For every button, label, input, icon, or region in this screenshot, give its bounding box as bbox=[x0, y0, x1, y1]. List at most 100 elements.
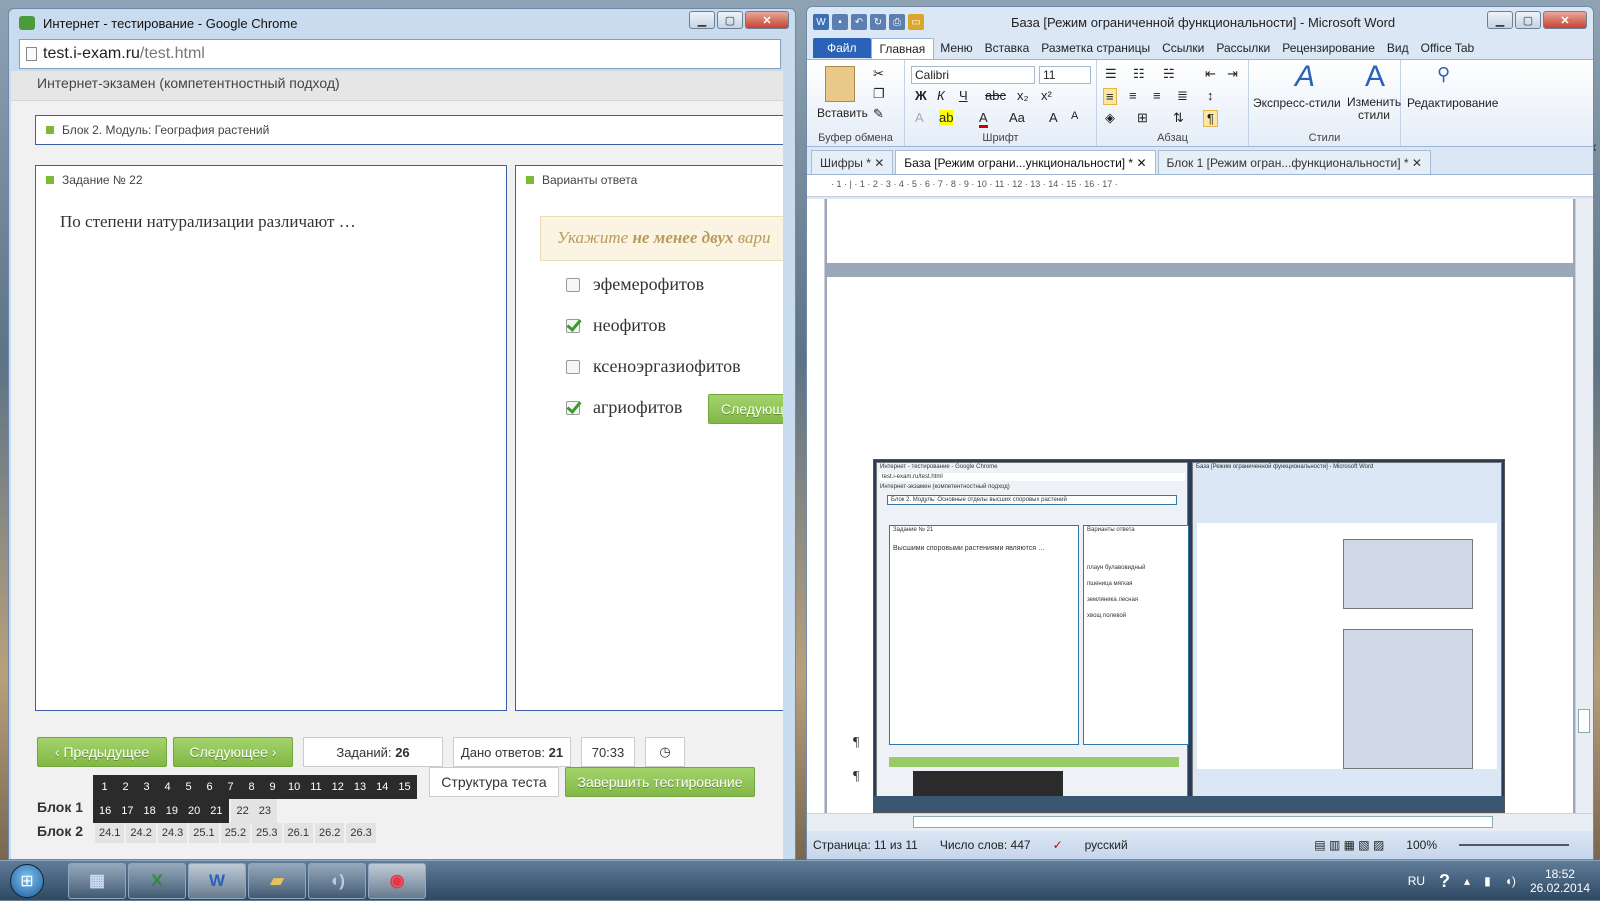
grow-font-icon[interactable]: A bbox=[1049, 110, 1058, 125]
question-number[interactable]: 1 bbox=[95, 777, 114, 797]
express-styles-icon[interactable]: A bbox=[1295, 60, 1315, 94]
vertical-scrollbar[interactable] bbox=[1575, 199, 1593, 813]
numbering-icon[interactable]: ☷ bbox=[1133, 66, 1145, 82]
ribbon-tab[interactable]: Рассылки bbox=[1210, 41, 1276, 55]
calculator-taskbar-icon[interactable]: ▦ bbox=[68, 862, 126, 899]
font-name-select[interactable]: Calibri bbox=[911, 66, 1035, 84]
question-number[interactable]: 12 bbox=[327, 777, 348, 797]
express-styles-label[interactable]: Экспресс-стили bbox=[1253, 96, 1341, 110]
clock[interactable]: 18:52 26.02.2014 bbox=[1530, 867, 1590, 895]
redo-icon[interactable]: ↻ bbox=[870, 14, 886, 30]
question-number[interactable]: 16 bbox=[95, 801, 116, 821]
question-number[interactable]: 26.2 bbox=[314, 823, 345, 843]
explorer-taskbar-icon[interactable]: ▰ bbox=[248, 862, 306, 899]
question-number[interactable]: 24.2 bbox=[126, 823, 156, 843]
bold-icon[interactable]: Ж bbox=[915, 88, 927, 103]
word-minimize-button[interactable]: ▁ bbox=[1487, 11, 1513, 29]
text-effects-icon[interactable]: A bbox=[915, 110, 924, 125]
option-2[interactable]: неофитов bbox=[566, 315, 666, 336]
subscript-icon[interactable]: x₂ bbox=[1017, 88, 1029, 103]
sort-icon[interactable]: ⇅ bbox=[1173, 110, 1184, 126]
copy-icon[interactable]: ❐ bbox=[873, 86, 885, 102]
strikethrough-icon[interactable]: abc bbox=[985, 88, 1006, 103]
volume-icon[interactable]: ◖) bbox=[1505, 874, 1516, 888]
align-right-icon[interactable]: ≡ bbox=[1153, 88, 1161, 103]
question-number[interactable]: 7 bbox=[221, 777, 240, 797]
cut-icon[interactable]: ✂ bbox=[873, 66, 884, 82]
help-icon[interactable]: ? bbox=[1439, 871, 1450, 892]
question-number[interactable]: 9 bbox=[263, 777, 282, 797]
status-page[interactable]: Страница: 11 из 11 bbox=[813, 838, 918, 852]
word-close-button[interactable]: ✕ bbox=[1543, 11, 1587, 29]
speaker-taskbar-icon[interactable]: ◖) bbox=[308, 862, 366, 899]
question-number[interactable]: 6 bbox=[200, 777, 219, 797]
checkbox-1[interactable] bbox=[566, 277, 580, 292]
option-3[interactable]: ксеноэргазиофитов bbox=[566, 356, 741, 377]
zoom-slider[interactable] bbox=[1459, 844, 1569, 846]
highlight-icon[interactable]: ab bbox=[939, 110, 954, 125]
ribbon-tab[interactable]: Рецензирование bbox=[1276, 41, 1381, 55]
question-number[interactable]: 14 bbox=[372, 777, 393, 797]
question-number[interactable]: 23 bbox=[254, 801, 275, 821]
font-color-icon[interactable]: A bbox=[979, 110, 988, 128]
underline-icon[interactable]: Ч bbox=[959, 88, 968, 103]
page-current[interactable]: Интернет - тестирование - Google Chrome … bbox=[827, 277, 1573, 813]
chrome-taskbar-icon[interactable]: ◉ bbox=[368, 862, 426, 899]
start-button[interactable]: ⊞ bbox=[10, 863, 44, 898]
ribbon-tab[interactable]: Файл bbox=[813, 38, 871, 58]
ribbon-tab[interactable]: Office Tab bbox=[1415, 41, 1481, 55]
borders-icon[interactable]: ⊞ bbox=[1137, 110, 1148, 126]
view-buttons[interactable]: ▤ ▥ ▦ ▧ ▨ bbox=[1314, 838, 1384, 852]
question-number[interactable]: 26.3 bbox=[346, 823, 376, 843]
question-number[interactable]: 10 bbox=[284, 777, 305, 797]
question-number[interactable]: 2 bbox=[116, 777, 135, 797]
ribbon-tab[interactable]: Меню bbox=[934, 41, 978, 55]
network-icon[interactable]: ▮ bbox=[1484, 874, 1491, 888]
change-styles-label[interactable]: Изменить стили bbox=[1347, 96, 1401, 122]
next-button[interactable]: Следующее › bbox=[173, 737, 293, 767]
question-number[interactable]: 11 bbox=[306, 777, 326, 797]
show-formatting-icon[interactable]: ¶ bbox=[1203, 110, 1218, 127]
clock-icon[interactable]: ◷ bbox=[645, 737, 685, 767]
language-indicator[interactable]: RU bbox=[1408, 874, 1425, 888]
option-1[interactable]: эфемерофитов bbox=[566, 274, 704, 295]
ribbon-tab[interactable]: Ссылки bbox=[1156, 41, 1210, 55]
question-number[interactable]: 25.3 bbox=[252, 823, 282, 843]
question-number[interactable]: 24.3 bbox=[157, 823, 188, 843]
question-number[interactable]: 25.1 bbox=[189, 823, 219, 843]
question-number[interactable]: 17 bbox=[117, 801, 138, 821]
print-icon[interactable]: ⎙ bbox=[889, 14, 905, 30]
editing-label[interactable]: Редактирование bbox=[1407, 96, 1498, 110]
maximize-button[interactable]: ▢ bbox=[717, 11, 743, 29]
question-number[interactable]: 18 bbox=[139, 801, 160, 821]
zoom-level[interactable]: 100% bbox=[1406, 838, 1437, 852]
document-tab[interactable]: Блок 1 [Режим огран...функциональности] … bbox=[1157, 150, 1431, 174]
checkbox-3[interactable] bbox=[566, 359, 580, 374]
ribbon-tab[interactable]: Вид bbox=[1381, 41, 1415, 55]
decrease-indent-icon[interactable]: ⇤ bbox=[1205, 66, 1216, 82]
line-spacing-icon[interactable]: ↕ bbox=[1207, 88, 1214, 103]
question-number[interactable]: 19 bbox=[161, 801, 182, 821]
excel-taskbar-icon[interactable]: X bbox=[128, 862, 186, 899]
increase-indent-icon[interactable]: ⇥ bbox=[1227, 66, 1238, 82]
question-number[interactable]: 5 bbox=[179, 777, 198, 797]
word-taskbar-icon[interactable]: W bbox=[188, 862, 246, 899]
status-words[interactable]: Число слов: 447 bbox=[940, 838, 1031, 852]
paste-icon[interactable] bbox=[825, 66, 855, 102]
close-button[interactable]: ✕ bbox=[745, 11, 789, 29]
undo-icon[interactable]: ↶ bbox=[851, 14, 867, 30]
structure-button[interactable]: Структура теста bbox=[429, 767, 559, 797]
question-number[interactable]: 24.1 bbox=[95, 823, 125, 843]
question-number[interactable]: 21 bbox=[206, 801, 227, 821]
justify-icon[interactable]: ≣ bbox=[1177, 88, 1188, 104]
ribbon-tab[interactable]: Главная bbox=[870, 37, 935, 59]
question-number[interactable]: 25.2 bbox=[220, 823, 251, 843]
question-number[interactable]: 26.1 bbox=[283, 823, 313, 843]
paste-label[interactable]: Вставить bbox=[817, 106, 868, 120]
ribbon-tab[interactable]: Вставка bbox=[979, 41, 1036, 55]
font-size-select[interactable]: 11 bbox=[1039, 66, 1091, 84]
minimize-button[interactable]: ▁ bbox=[689, 11, 715, 29]
status-language[interactable]: русский bbox=[1085, 838, 1128, 852]
prev-button[interactable]: ‹ Предыдущее bbox=[37, 737, 167, 767]
horizontal-scrollbar[interactable] bbox=[807, 813, 1593, 831]
